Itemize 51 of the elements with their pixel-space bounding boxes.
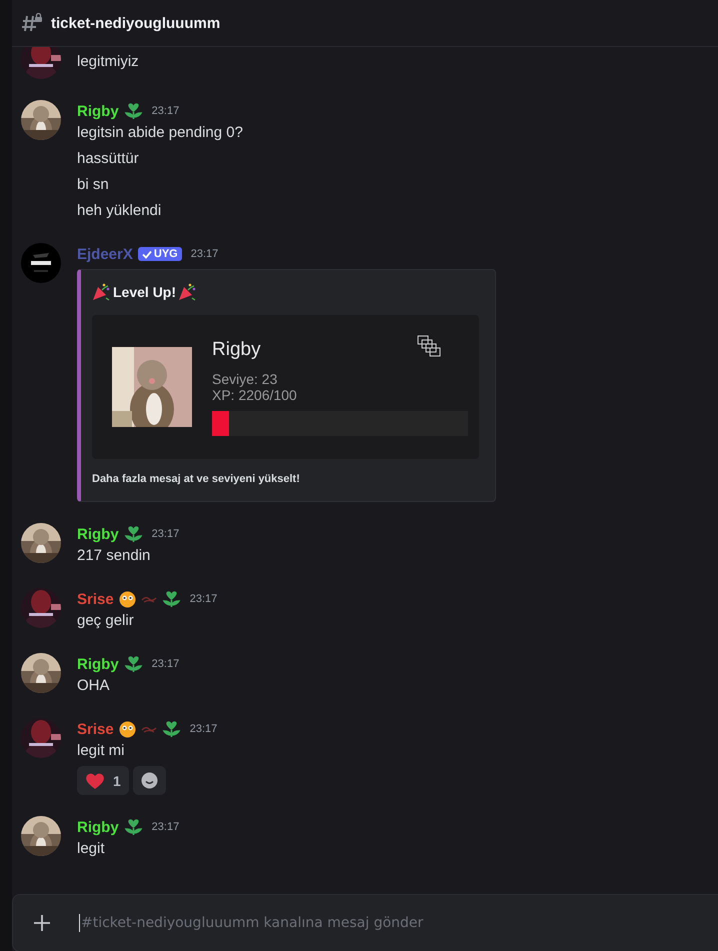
heart-sprout-icon xyxy=(124,655,143,673)
xp-text: XP: 2206/100 xyxy=(212,386,298,402)
timestamp: 23:17 xyxy=(152,658,180,670)
timestamp: 23:17 xyxy=(190,593,218,605)
level-text: Seviye: 23 xyxy=(212,370,278,386)
message-text: OHA xyxy=(77,676,111,696)
message-text: hassüttür xyxy=(77,149,140,169)
heart-reaction[interactable]: 1 xyxy=(77,766,129,795)
heart-sprout-icon xyxy=(124,525,143,543)
timestamp: 23:17 xyxy=(190,248,218,260)
message-text: legitsin abide pending 0? xyxy=(77,123,243,143)
face-emoji-icon xyxy=(118,720,136,738)
timestamp: 23:17 xyxy=(190,723,218,735)
squiggle-icon xyxy=(140,595,157,603)
timestamp: 23:17 xyxy=(152,528,180,540)
smiley-icon xyxy=(140,772,158,789)
message-text: 217 sendin xyxy=(77,546,152,566)
message-text: geç gelir xyxy=(77,611,135,631)
embed-title: Level Up! xyxy=(113,284,176,300)
author-name[interactable]: Rigby xyxy=(77,526,119,542)
party-popper-icon xyxy=(178,282,198,301)
heart-sprout-icon xyxy=(124,818,143,836)
check-icon xyxy=(142,250,152,258)
author-name[interactable]: Rigby xyxy=(77,102,119,120)
message-composer[interactable]: #ticket-nediyougluuumm kanalına mesaj gönder xyxy=(12,894,718,951)
locked-channel-icon xyxy=(21,13,43,33)
add-reaction-button[interactable] xyxy=(132,766,166,795)
author-name[interactable]: Srise xyxy=(77,590,114,608)
heart-sprout-icon xyxy=(162,590,181,608)
author-name[interactable]: Rigby xyxy=(77,656,119,672)
heart-sprout-icon xyxy=(124,102,143,120)
user-name: Rigby xyxy=(212,338,261,360)
message-text: legit xyxy=(77,839,106,859)
message-text: bi sn xyxy=(77,175,110,195)
message-text: legitmiyiz xyxy=(77,52,139,72)
timestamp: 23:17 xyxy=(152,821,180,833)
author-name[interactable]: Rigby xyxy=(77,818,119,836)
timestamp: 23:17 xyxy=(152,105,180,117)
message-text: heh yüklendi xyxy=(77,201,162,221)
face-emoji-icon xyxy=(118,590,136,608)
channel-name: ticket-nediyougluuumm xyxy=(51,14,220,32)
message-text: legit mi xyxy=(77,741,126,761)
heart-sprout-icon xyxy=(162,720,181,738)
author-name[interactable]: Srise xyxy=(77,720,114,738)
heart-icon xyxy=(85,772,105,790)
plus-icon[interactable] xyxy=(33,914,51,932)
embed-footer-text: Daha fazla mesaj at ve seviyeni yükselt! xyxy=(92,473,301,485)
message-input-field[interactable]: #ticket-nediyougluuumm kanalına mesaj gönder xyxy=(79,914,718,932)
app-tag: UYG xyxy=(138,247,182,261)
party-popper-icon xyxy=(92,282,111,301)
squiggle-icon xyxy=(140,725,157,733)
